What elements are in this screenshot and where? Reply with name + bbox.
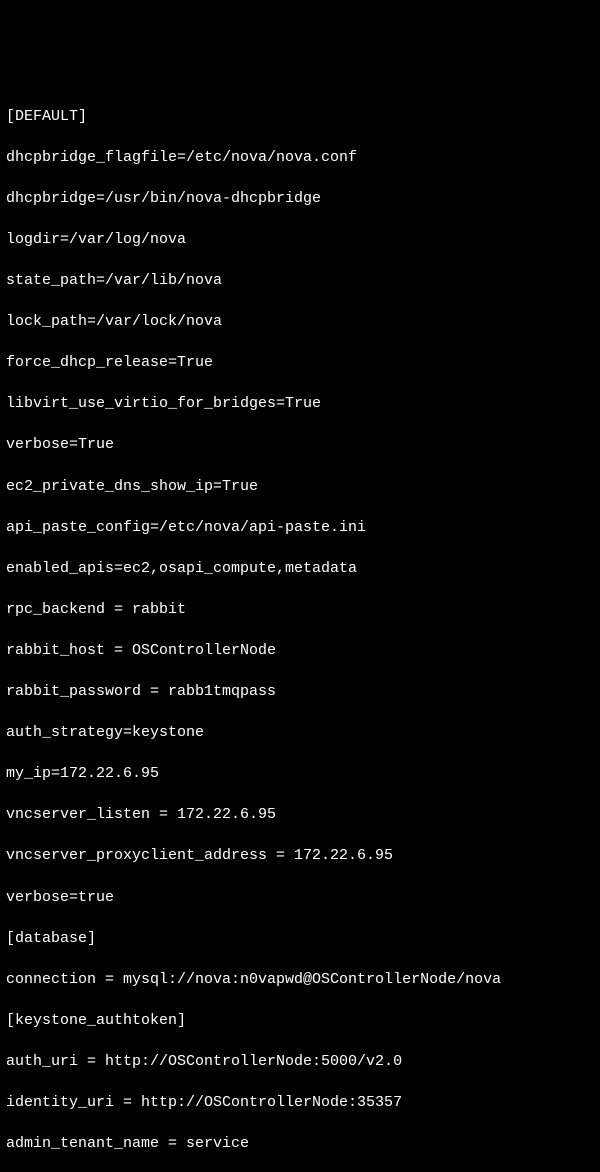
config-line: [keystone_authtoken]: [6, 1011, 594, 1032]
config-line: rabbit_password = rabb1tmqpass: [6, 682, 594, 703]
config-line: vncserver_listen = 172.22.6.95: [6, 805, 594, 826]
config-line: admin_tenant_name = service: [6, 1134, 594, 1155]
config-line: enabled_apis=ec2,osapi_compute,metadata: [6, 559, 594, 580]
config-line: auth_strategy=keystone: [6, 723, 594, 744]
config-line: logdir=/var/log/nova: [6, 230, 594, 251]
config-line: vncserver_proxyclient_address = 172.22.6…: [6, 846, 594, 867]
config-line: ec2_private_dns_show_ip=True: [6, 477, 594, 498]
config-line: state_path=/var/lib/nova: [6, 271, 594, 292]
config-line: dhcpbridge_flagfile=/etc/nova/nova.conf: [6, 148, 594, 169]
config-line: rabbit_host = OSControllerNode: [6, 641, 594, 662]
config-line: api_paste_config=/etc/nova/api-paste.ini: [6, 518, 594, 539]
config-line: verbose=true: [6, 888, 594, 909]
config-line: force_dhcp_release=True: [6, 353, 594, 374]
terminal-output: [DEFAULT] dhcpbridge_flagfile=/etc/nova/…: [6, 86, 594, 1172]
config-line: auth_uri = http://OSControllerNode:5000/…: [6, 1052, 594, 1073]
config-line: rpc_backend = rabbit: [6, 600, 594, 621]
config-line: [DEFAULT]: [6, 107, 594, 128]
config-line: libvirt_use_virtio_for_bridges=True: [6, 394, 594, 415]
config-line: connection = mysql://nova:n0vapwd@OSCont…: [6, 970, 594, 991]
config-line: dhcpbridge=/usr/bin/nova-dhcpbridge: [6, 189, 594, 210]
config-line: [database]: [6, 929, 594, 950]
config-line: my_ip=172.22.6.95: [6, 764, 594, 785]
config-line: identity_uri = http://OSControllerNode:3…: [6, 1093, 594, 1114]
config-line: lock_path=/var/lock/nova: [6, 312, 594, 333]
config-line: verbose=True: [6, 435, 594, 456]
